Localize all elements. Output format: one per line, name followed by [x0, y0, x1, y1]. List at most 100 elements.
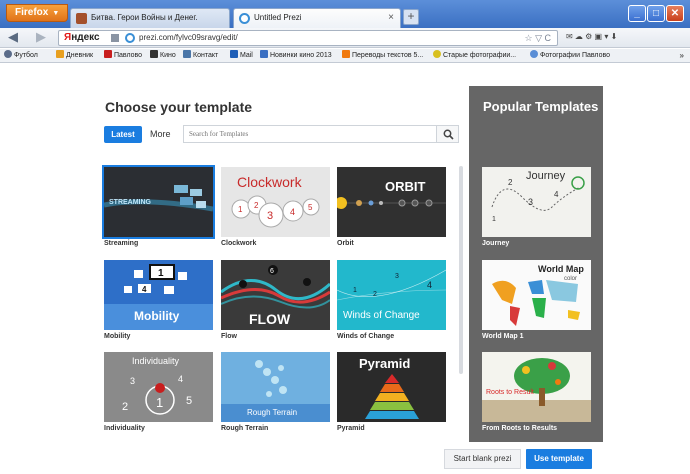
- prezi-favicon-icon: [239, 13, 250, 24]
- popular-templates-title: Popular Templates: [483, 99, 599, 114]
- svg-text:Roots to Result: Roots to Result: [486, 389, 534, 396]
- svg-text:Mobility: Mobility: [134, 309, 180, 323]
- bookmark-item[interactable]: Павлово: [104, 49, 142, 62]
- svg-text:Clockwork: Clockwork: [237, 174, 303, 190]
- template-thumbnail[interactable]: Rough Terrain: [221, 352, 330, 422]
- svg-text:1: 1: [156, 395, 163, 410]
- template-label: Winds of Change: [337, 333, 395, 340]
- bookmark-icon: [433, 50, 441, 58]
- back-arrow-icon[interactable]: ◀: [8, 29, 18, 45]
- svg-text:3: 3: [267, 210, 273, 222]
- template-label: From Roots to Results: [482, 425, 558, 432]
- svg-text:1: 1: [353, 287, 357, 294]
- svg-text:ORBIT: ORBIT: [385, 179, 426, 194]
- bookmark-item[interactable]: Mail: [230, 49, 253, 62]
- bookmark-item[interactable]: Кино: [150, 49, 176, 62]
- template-label: Flow: [221, 333, 237, 340]
- svg-text:4: 4: [427, 280, 432, 290]
- bookmark-icon: [183, 50, 191, 58]
- bookmark-item[interactable]: Контакт: [183, 49, 218, 62]
- svg-text:FLOW: FLOW: [249, 311, 291, 327]
- svg-text:2: 2: [508, 178, 513, 187]
- svg-text:5: 5: [308, 203, 313, 212]
- bookmark-star-icon[interactable]: ☆ ▽ C: [525, 31, 552, 45]
- template-thumbnail[interactable]: Clockwork 1 2 3 4 5: [221, 167, 330, 237]
- close-icon[interactable]: ×: [388, 9, 394, 27]
- minimize-icon[interactable]: _: [628, 5, 646, 22]
- bookmark-item[interactable]: Фотографии Павлово: [530, 49, 610, 62]
- bookmark-icon: [342, 50, 350, 58]
- maximize-icon[interactable]: □: [647, 5, 665, 22]
- use-template-button[interactable]: Use template: [526, 449, 592, 469]
- svg-text:STREAMING: STREAMING: [109, 199, 152, 206]
- bookmarks-more-icon[interactable]: »: [680, 49, 684, 62]
- svg-text:2: 2: [373, 291, 377, 298]
- template-label: Mobility: [104, 333, 131, 340]
- filter-latest-button[interactable]: Latest: [104, 126, 142, 143]
- template-thumbnail[interactable]: Journey 2 3 4 1: [482, 167, 591, 237]
- svg-text:2: 2: [254, 201, 259, 210]
- template-thumbnail[interactable]: 1 2 3 4 Winds of Change: [337, 260, 446, 330]
- bookmark-icon: [4, 50, 12, 58]
- template-thumbnail[interactable]: Individuality 1 3 4 2 5: [104, 352, 213, 422]
- svg-text:Journey: Journey: [526, 170, 566, 182]
- toolbar-addon-icons[interactable]: ✉ ☁ ⚙ ▣ ▾ ⬇: [566, 30, 617, 44]
- bookmark-icon: [56, 50, 64, 58]
- template-thumbnail[interactable]: Roots to Result: [482, 352, 591, 422]
- template-thumbnail[interactable]: ORBIT: [337, 167, 446, 237]
- template-thumbnail[interactable]: STREAMING: [102, 165, 215, 239]
- template-search-input[interactable]: [183, 125, 436, 143]
- template-label: World Map 1: [482, 333, 524, 340]
- template-label: Rough Terrain: [221, 425, 269, 432]
- window-close-icon[interactable]: ✕: [666, 5, 684, 22]
- template-thumbnail[interactable]: 1 4 Mobility: [104, 260, 213, 330]
- start-blank-prezi-button[interactable]: Start blank prezi: [444, 449, 521, 469]
- svg-text:5: 5: [186, 395, 192, 407]
- firefox-menu-button[interactable]: Firefox ▼: [6, 4, 68, 22]
- tab-label: Битва. Герои Войны и Денег.: [91, 13, 198, 22]
- forward-arrow-icon[interactable]: ▶: [36, 29, 46, 45]
- bookmarks-toolbar: Футбол Дневник Павлово Кино Контакт Mail…: [0, 49, 690, 63]
- tab-favicon-icon: [76, 13, 87, 24]
- svg-text:4: 4: [290, 207, 295, 217]
- svg-text:Rough Terrain: Rough Terrain: [247, 408, 297, 417]
- chevron-down-icon: ▼: [52, 10, 60, 17]
- bookmark-item[interactable]: Переводы текстов 5...: [342, 49, 423, 62]
- bookmark-icon: [260, 50, 268, 58]
- template-thumbnail[interactable]: World Map color: [482, 260, 591, 330]
- svg-text:6: 6: [270, 268, 274, 275]
- svg-text:4: 4: [554, 190, 559, 199]
- search-button[interactable]: [436, 125, 459, 143]
- bookmark-item[interactable]: Старые фотографии...: [433, 49, 516, 62]
- url-text[interactable]: prezi.com/fylvc09sravg/edit/: [139, 31, 238, 45]
- address-bar[interactable]: Яндекс prezi.com/fylvc09sravg/edit/ ☆ ▽ …: [58, 30, 558, 46]
- bookmark-icon: [530, 50, 538, 58]
- template-thumbnail[interactable]: Pyramid: [337, 352, 446, 422]
- svg-text:4: 4: [178, 374, 183, 384]
- bookmark-item[interactable]: Дневник: [56, 49, 93, 62]
- svg-text:Winds of Change: Winds of Change: [343, 310, 420, 321]
- browser-titlebar: Firefox ▼ Битва. Герои Войны и Денег. Unt…: [0, 0, 690, 28]
- svg-text:Pyramid: Pyramid: [359, 356, 410, 371]
- template-label: Clockwork: [221, 240, 257, 247]
- prezi-favicon-icon: [125, 33, 135, 43]
- yandex-logo: Яндекс: [64, 32, 100, 43]
- site-identity-icon[interactable]: [111, 34, 119, 42]
- browser-tab-2[interactable]: Untitled Prezi ×: [233, 8, 401, 28]
- template-label: Streaming: [104, 240, 139, 247]
- template-label: Pyramid: [337, 425, 365, 432]
- svg-text:3: 3: [528, 197, 533, 207]
- bookmark-icon: [230, 50, 238, 58]
- svg-text:1: 1: [492, 216, 496, 223]
- browser-tab-1[interactable]: Битва. Герои Войны и Денег.: [70, 8, 230, 28]
- tab-label: Untitled Prezi: [254, 13, 302, 22]
- firefox-menu-label: Firefox: [15, 7, 49, 18]
- svg-text:Individuality: Individuality: [132, 356, 180, 366]
- svg-text:World Map: World Map: [538, 264, 584, 274]
- filter-more-button[interactable]: More: [150, 126, 171, 143]
- templates-scrollbar[interactable]: [459, 166, 463, 374]
- bookmark-item[interactable]: Новинки кино 2013: [260, 49, 332, 62]
- bookmark-item[interactable]: Футбол: [4, 49, 38, 62]
- new-tab-button[interactable]: +: [403, 9, 419, 25]
- template-thumbnail[interactable]: 6 FLOW: [221, 260, 330, 330]
